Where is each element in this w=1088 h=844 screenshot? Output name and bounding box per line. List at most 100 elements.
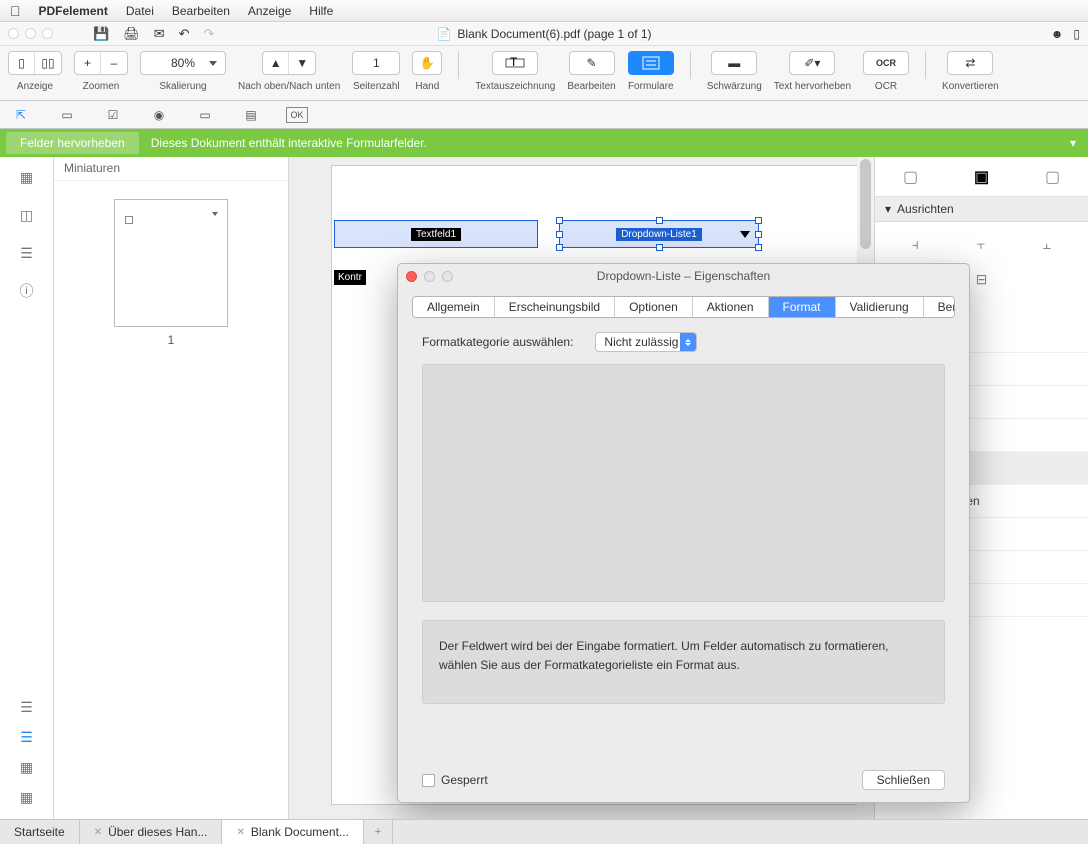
rail-icon-4[interactable]: ▦ <box>17 789 37 805</box>
align-right-icon[interactable]: ⫠ <box>1043 236 1051 253</box>
format-preview-box <box>422 364 945 602</box>
tab-calculate[interactable]: Berechnung <box>924 297 955 317</box>
checkbox-tool-icon[interactable]: ☑ <box>102 107 124 123</box>
locked-label[interactable]: Gesperrt <box>441 773 488 787</box>
tab-document[interactable]: ✕ Blank Document... <box>222 820 363 844</box>
tab-about[interactable]: ✕Über dieses Han... <box>80 820 223 844</box>
account-icon[interactable]: ☻ <box>1051 27 1064 41</box>
page-down-icon[interactable]: ▼ <box>289 52 315 74</box>
zoom-in-icon[interactable]: + <box>75 52 101 74</box>
chevron-down-icon: ▾ <box>885 202 891 216</box>
page-number-input[interactable]: 1 <box>352 51 400 75</box>
ocr-button[interactable]: OCR <box>863 51 909 75</box>
device-icon[interactable]: ▯ <box>1073 27 1080 41</box>
align-section-header[interactable]: ▾Ausrichten <box>875 197 1088 222</box>
textfield-tool-icon[interactable]: ▭ <box>56 107 78 123</box>
tab-options[interactable]: Optionen <box>615 297 693 317</box>
minimize-window-icon[interactable] <box>25 28 36 39</box>
forms-button[interactable] <box>628 51 674 75</box>
zoom-window-icon[interactable] <box>42 28 53 39</box>
control-field-label[interactable]: Kontr <box>334 270 366 285</box>
button-tool-icon[interactable]: OK <box>286 107 308 123</box>
tab-home[interactable]: Startseite <box>0 820 80 844</box>
rtab-1-icon[interactable]: ▢ <box>903 167 918 187</box>
resize-handle[interactable] <box>755 244 762 251</box>
apple-menu-icon[interactable]:  <box>10 3 21 19</box>
menu-edit[interactable]: Bearbeiten <box>172 4 230 18</box>
info-tab-icon[interactable]: ⓘ <box>17 283 37 299</box>
view-group: ▯ ▯▯ Anzeige <box>8 51 62 92</box>
undo-icon[interactable]: ↶ <box>179 26 190 42</box>
single-page-icon[interactable]: ▯ <box>9 52 35 74</box>
zoom-select[interactable]: 80% <box>140 51 226 75</box>
tab-general[interactable]: Allgemein <box>413 297 495 317</box>
app-name[interactable]: PDFelement <box>39 4 108 18</box>
page-num-group: 1 Seitenzahl <box>352 51 400 92</box>
dialog-zoom-icon <box>442 271 453 282</box>
menu-file[interactable]: Datei <box>126 4 154 18</box>
radio-tool-icon[interactable]: ◉ <box>148 107 170 123</box>
menu-view[interactable]: Anzeige <box>248 4 291 18</box>
resize-handle[interactable] <box>656 217 663 224</box>
tab-label: Blank Document... <box>251 825 349 839</box>
resize-handle[interactable] <box>755 217 762 224</box>
page-thumbnail[interactable] <box>114 199 228 327</box>
listbox-tool-icon[interactable]: ▤ <box>240 107 262 123</box>
add-tab-button[interactable]: + <box>364 820 393 844</box>
thumbnails-tab-icon[interactable]: ▦ <box>17 169 37 185</box>
two-page-icon[interactable]: ▯▯ <box>35 52 61 74</box>
distribute-icon[interactable]: ⊟ <box>976 271 988 288</box>
close-button[interactable]: Schließen <box>862 770 945 790</box>
resize-handle[interactable] <box>556 217 563 224</box>
print-icon[interactable]: 🖨 <box>123 26 140 42</box>
redo-icon[interactable]: ↷ <box>204 26 215 42</box>
tab-appearance[interactable]: Erscheinungsbild <box>495 297 615 317</box>
format-category-select[interactable]: Nicht zulässig <box>595 332 697 352</box>
separator <box>458 51 459 79</box>
select-cursor-icon[interactable]: ⇱ <box>10 107 32 123</box>
close-tab-icon[interactable]: ✕ <box>94 827 102 838</box>
convert-button[interactable]: ⇄ <box>947 51 993 75</box>
rail-icon-3[interactable]: ▦ <box>17 759 37 775</box>
markup-button[interactable]: T <box>492 51 538 75</box>
outline-tab-icon[interactable]: ☰ <box>17 245 37 261</box>
close-tab-icon[interactable]: ✕ <box>236 827 244 838</box>
ocr-group: OCR OCR <box>863 51 909 92</box>
rtab-3-icon[interactable]: ▢ <box>1045 167 1060 187</box>
dialog-titlebar[interactable]: Dropdown-Liste – Eigenschaften <box>398 264 969 288</box>
separator <box>925 51 926 79</box>
text-field[interactable]: Textfeld1 <box>334 220 538 248</box>
save-icon[interactable]: 💾 <box>93 26 109 42</box>
highlight-fields-button[interactable]: Felder hervorheben <box>6 132 139 154</box>
rtab-2-icon[interactable]: ▣ <box>974 167 989 187</box>
combobox-tool-icon[interactable]: ▭ <box>194 107 216 123</box>
close-window-icon[interactable] <box>8 28 19 39</box>
chevron-down-icon[interactable]: ▾ <box>1070 136 1076 150</box>
align-left-icon[interactable]: ⫞ <box>912 236 919 253</box>
zoom-out-icon[interactable]: – <box>101 52 127 74</box>
resize-handle[interactable] <box>656 244 663 251</box>
align-center-icon[interactable]: ⫟ <box>977 236 985 253</box>
resize-handle[interactable] <box>556 244 563 251</box>
hand-tool-button[interactable]: ✋ <box>412 51 442 75</box>
page-label: Seitenzahl <box>353 81 400 92</box>
resize-handle[interactable] <box>755 231 762 238</box>
dialog-close-icon[interactable] <box>406 271 417 282</box>
bookmarks-tab-icon[interactable]: ◫ <box>17 207 37 223</box>
tab-format[interactable]: Format <box>769 297 836 317</box>
mail-icon[interactable]: ✉ <box>154 26 165 42</box>
rail-icon-2[interactable]: ☰ <box>17 729 37 745</box>
highlight-button[interactable]: ✐▾ <box>789 51 835 75</box>
menu-help[interactable]: Hilfe <box>309 4 333 18</box>
rail-icon-1[interactable]: ☰ <box>17 699 37 715</box>
page-up-icon[interactable]: ▲ <box>263 52 289 74</box>
locked-checkbox[interactable] <box>422 774 435 787</box>
tab-actions[interactable]: Aktionen <box>693 297 769 317</box>
scrollbar-thumb[interactable] <box>860 159 871 249</box>
window-controls <box>8 28 53 39</box>
dropdown-field[interactable]: Dropdown-Liste1 <box>559 220 759 248</box>
tab-validate[interactable]: Validierung <box>836 297 924 317</box>
redact-button[interactable]: ▬ <box>711 51 757 75</box>
resize-handle[interactable] <box>556 231 563 238</box>
edit-button[interactable]: ✎ <box>569 51 615 75</box>
